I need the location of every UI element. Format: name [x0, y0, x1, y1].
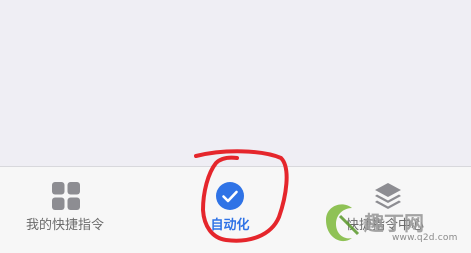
grid-icon [52, 182, 80, 210]
tab-my-shortcuts-label: 我的快捷指令 [25, 218, 104, 233]
watermark-url: www.q2d.com [392, 233, 458, 243]
svg-text:趣丁网: 趣丁网 [363, 211, 424, 235]
content-area [0, 0, 471, 166]
tab-my-shortcuts[interactable]: 我的快捷指令 [10, 167, 120, 253]
clock-check-icon [216, 182, 244, 210]
tab-automation[interactable]: 自动化 [175, 167, 285, 253]
tab-automation-label: 自动化 [210, 218, 250, 233]
